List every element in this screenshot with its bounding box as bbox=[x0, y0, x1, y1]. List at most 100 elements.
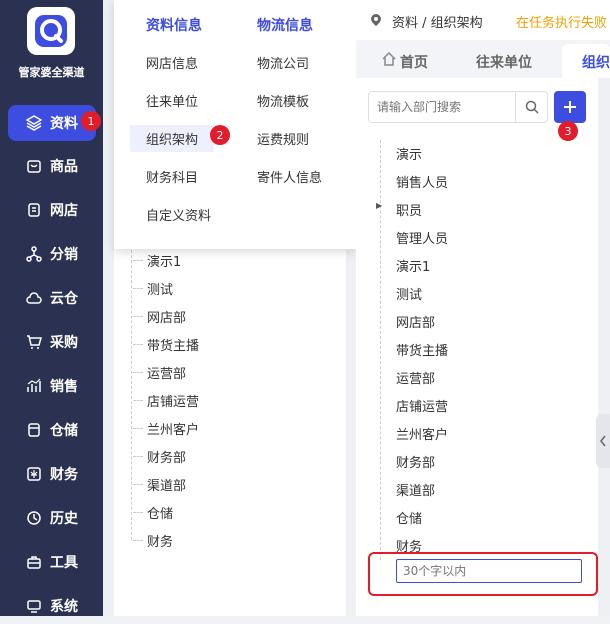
cloud-icon bbox=[24, 288, 44, 308]
org-tree-node[interactable]: 店铺运营 bbox=[396, 396, 448, 415]
menu-header-logistics-info: 物流信息 bbox=[257, 18, 313, 34]
nav-item-store[interactable]: 网店 bbox=[8, 192, 96, 228]
plus-icon bbox=[564, 101, 576, 113]
task-failure-notice[interactable]: 在任务执行失败 bbox=[516, 12, 607, 31]
tree-node[interactable]: 渠道部 bbox=[132, 475, 186, 494]
nav-label: 云仓 bbox=[50, 291, 78, 307]
org-tree-node[interactable]: 管理人员 bbox=[396, 228, 448, 247]
step-badge-2: 2 bbox=[210, 125, 230, 145]
box-icon bbox=[24, 156, 44, 176]
tree-node[interactable]: 财务部 bbox=[132, 447, 186, 466]
nav-label: 销售 bbox=[50, 379, 78, 395]
layers-icon bbox=[24, 113, 44, 133]
tree-node[interactable]: 网店部 bbox=[132, 307, 186, 326]
storage-icon bbox=[24, 420, 44, 440]
menu-item-store-info[interactable]: 网店信息 bbox=[146, 53, 198, 72]
location-pin-icon bbox=[370, 13, 382, 31]
nav-item-tools[interactable]: 工具 bbox=[8, 544, 96, 580]
new-dept-name-input[interactable] bbox=[396, 559, 582, 583]
monitor-icon bbox=[24, 596, 44, 616]
cart-icon bbox=[24, 332, 44, 352]
org-tree-node[interactable]: 测试 bbox=[396, 284, 422, 303]
tab-home[interactable]: 首页 bbox=[400, 52, 428, 72]
dept-search-input[interactable] bbox=[369, 92, 517, 122]
chart-icon bbox=[24, 376, 44, 396]
breadcrumb: 资料 / 组织架构 bbox=[392, 16, 483, 31]
tree-connector bbox=[131, 240, 132, 540]
nav-label: 工具 bbox=[50, 555, 78, 571]
home-icon bbox=[382, 51, 396, 70]
nav-item-purchase[interactable]: 采购 bbox=[8, 324, 96, 360]
tree-node[interactable]: 带货主播 bbox=[132, 335, 199, 354]
profile-dropdown-menu: 资料信息 物流信息 网店信息 往来单位 组织架构 财务科目 自定义资料 物流公司… bbox=[114, 0, 356, 249]
nav-item-goods[interactable]: 商品 bbox=[8, 148, 96, 184]
org-tree-panel bbox=[356, 78, 598, 616]
nav-label: 仓储 bbox=[50, 423, 78, 439]
menu-item-sender-info[interactable]: 寄件人信息 bbox=[257, 167, 322, 186]
nav-item-distribution[interactable]: 分销 bbox=[8, 236, 96, 272]
menu-item-logistics-template[interactable]: 物流模板 bbox=[257, 91, 309, 110]
org-tree-node[interactable]: 渠道部 bbox=[396, 480, 435, 499]
toolbox-icon bbox=[24, 552, 44, 572]
nav-label: 历史 bbox=[50, 511, 78, 527]
nav-label: 采购 bbox=[50, 335, 78, 351]
org-tree-node[interactable]: 职员 bbox=[396, 200, 422, 219]
expand-arrow-icon[interactable]: ▶ bbox=[376, 201, 382, 210]
logo-text: 管家婆全渠道 bbox=[18, 66, 85, 79]
search-button[interactable] bbox=[515, 92, 547, 122]
tab-bar: 首页 往来单位 组织 bbox=[356, 40, 610, 78]
nav-item-cloud-warehouse[interactable]: 云仓 bbox=[8, 280, 96, 316]
document-icon bbox=[24, 200, 44, 220]
org-tree-node[interactable]: 财务部 bbox=[396, 452, 435, 471]
nav-item-storage[interactable]: 仓储 bbox=[8, 412, 96, 448]
nav-label: 商品 bbox=[50, 159, 78, 175]
menu-item-custom-profile[interactable]: 自定义资料 bbox=[146, 205, 211, 224]
menu-item-partners[interactable]: 往来单位 bbox=[146, 91, 198, 110]
network-icon bbox=[24, 244, 44, 264]
tab-partners[interactable]: 往来单位 bbox=[476, 52, 532, 72]
nav-item-history[interactable]: 历史 bbox=[8, 500, 96, 536]
tree-node[interactable]: 店铺运营 bbox=[132, 391, 199, 410]
org-tree-node[interactable]: 演示1 bbox=[396, 256, 430, 275]
org-tree-node[interactable]: 销售人员 bbox=[396, 172, 448, 191]
top-header: 资料 / 组织架构 在任务执行失败 bbox=[356, 0, 610, 40]
tree-node[interactable]: 运营部 bbox=[132, 363, 186, 382]
nav-item-sales[interactable]: 销售 bbox=[8, 368, 96, 404]
tree-node[interactable]: 兰州客户 bbox=[132, 419, 199, 438]
logo-icon bbox=[35, 15, 67, 47]
tree-node[interactable]: 财务 bbox=[132, 531, 173, 550]
finance-icon bbox=[24, 464, 44, 484]
sidebar: 管家婆全渠道 资料 1 商品 网店 分销 云仓 采购 销售 仓储 财务 历史 工… bbox=[0, 0, 103, 616]
menu-item-logistics-company[interactable]: 物流公司 bbox=[257, 53, 309, 72]
menu-item-org-structure[interactable]: 组织架构 bbox=[130, 125, 215, 152]
nav-item-system[interactable]: 系统 bbox=[8, 588, 96, 624]
collapse-panel-toggle[interactable] bbox=[596, 414, 610, 468]
step-badge-1: 1 bbox=[81, 111, 101, 131]
org-tree-node[interactable]: 运营部 bbox=[396, 368, 435, 387]
history-icon bbox=[24, 508, 44, 528]
menu-item-finance-subject[interactable]: 财务科目 bbox=[146, 167, 198, 186]
tab-org[interactable]: 组织 bbox=[582, 52, 610, 72]
menu-item-freight-rules[interactable]: 运费规则 bbox=[257, 129, 309, 148]
org-tree-node[interactable]: 带货主播 bbox=[396, 340, 448, 359]
nav-label: 财务 bbox=[50, 467, 78, 483]
tree-node[interactable]: 测试 bbox=[132, 279, 173, 298]
tree-node[interactable]: 演示1 bbox=[132, 251, 181, 270]
search-icon bbox=[525, 100, 539, 114]
tree-node[interactable]: 仓储 bbox=[132, 503, 173, 522]
nav-item-finance[interactable]: 财务 bbox=[8, 456, 96, 492]
add-dept-button[interactable] bbox=[554, 91, 586, 123]
nav-label: 网店 bbox=[50, 203, 78, 219]
org-tree-node[interactable]: 演示 bbox=[396, 144, 422, 163]
chevron-left-icon bbox=[600, 435, 606, 447]
org-tree-node[interactable]: 仓储 bbox=[396, 508, 422, 527]
org-tree-node[interactable]: 网店部 bbox=[396, 312, 435, 331]
nav-label: 分销 bbox=[50, 247, 78, 263]
org-tree-node[interactable]: 兰州客户 bbox=[396, 424, 448, 443]
step-badge-3: 3 bbox=[558, 121, 578, 141]
nav-label: 资料 bbox=[50, 116, 78, 132]
dept-search-box bbox=[368, 91, 548, 123]
app-logo bbox=[27, 7, 75, 55]
menu-header-profile-info: 资料信息 bbox=[146, 18, 202, 34]
nav-label: 系统 bbox=[50, 599, 78, 615]
